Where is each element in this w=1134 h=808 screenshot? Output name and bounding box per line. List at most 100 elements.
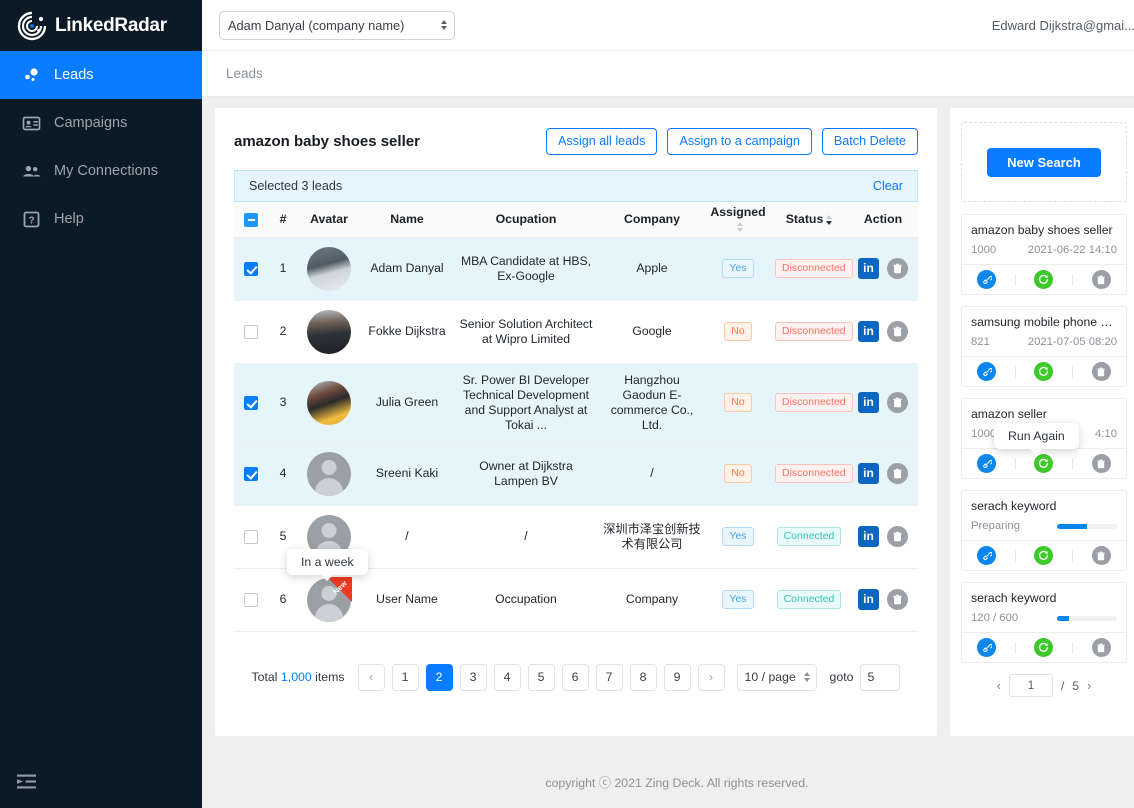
run-again-icon[interactable] (1034, 546, 1054, 565)
row-checkbox[interactable] (244, 529, 258, 544)
user-email[interactable]: Edward Dijkstra@gmai... (992, 18, 1134, 33)
row-checkbox[interactable] (244, 261, 258, 276)
link-icon[interactable] (977, 270, 997, 289)
delete-icon[interactable] (887, 258, 908, 279)
th-assigned[interactable]: Assigned (706, 202, 770, 238)
row-checkbox[interactable] (244, 466, 258, 481)
table-row[interactable]: 6 New User Name Occupation Company Yes C… (234, 568, 918, 632)
table-row[interactable]: 2 Fokke Dijkstra Senior Solution Archite… (234, 300, 918, 364)
row-company: Apple (598, 237, 706, 301)
batch-delete-button[interactable]: Batch Delete (821, 127, 918, 155)
collapse-sidebar-icon[interactable] (0, 756, 202, 808)
row-action-cell: in (848, 300, 918, 364)
delete-icon[interactable] (1091, 270, 1111, 289)
status-badge: Disconnected (775, 464, 853, 483)
pagination-page-3[interactable]: 3 (459, 663, 487, 691)
delete-icon[interactable] (887, 321, 908, 342)
pagination-page-5[interactable]: 5 (527, 663, 555, 691)
pagination-page-4[interactable]: 4 (493, 663, 521, 691)
row-occupation: Sr. Power BI Developer Technical Develop… (454, 363, 598, 443)
row-number: 6 (268, 568, 298, 632)
goto-input[interactable] (860, 663, 901, 691)
pagination-page-6[interactable]: 6 (561, 663, 589, 691)
row-checkbox[interactable] (244, 592, 258, 607)
pagination-next-button[interactable]: › (697, 663, 725, 691)
sidebar-item-campaigns[interactable]: Campaigns (0, 99, 202, 147)
avatar[interactable] (307, 380, 351, 425)
avatar[interactable] (307, 246, 351, 291)
linkedin-icon[interactable]: in (858, 463, 879, 484)
link-icon[interactable] (977, 454, 997, 473)
pagination-page-8[interactable]: 8 (629, 663, 657, 691)
search-card[interactable]: serach keyword Preparing (961, 490, 1127, 571)
account-select[interactable]: Adam Danyal (company name) (219, 10, 455, 40)
th-assigned-label: Assigned (710, 205, 766, 220)
run-again-icon[interactable] (1034, 270, 1054, 289)
row-checkbox-cell (234, 300, 268, 364)
run-again-icon[interactable] (1034, 638, 1054, 657)
search-card[interactable]: amazon baby shoes seller 1000 2021-06-22… (961, 214, 1127, 295)
page-size-select[interactable]: 10 / page (736, 663, 817, 691)
search-card[interactable]: amazon seller 1000 4:10 Run Again (961, 398, 1127, 479)
side-panel-prev-button[interactable]: ‹ (997, 678, 1001, 693)
avatar[interactable] (307, 309, 351, 354)
row-checkbox[interactable] (244, 324, 258, 339)
table-tooltip-label: In a week (301, 555, 354, 569)
link-icon[interactable] (977, 638, 997, 657)
row-checkbox[interactable] (244, 395, 258, 410)
select-all-checkbox[interactable] (244, 212, 258, 227)
pagination-page-7[interactable]: 7 (595, 663, 623, 691)
search-card[interactable]: serach keyword 120 / 600 (961, 582, 1127, 663)
sidebar-item-label: My Connections (54, 163, 158, 179)
new-search-button[interactable]: New Search (987, 147, 1101, 177)
search-card[interactable]: samsung mobile phone XX... 821 2021-07-0… (961, 306, 1127, 387)
linkedin-icon[interactable]: in (858, 392, 879, 413)
table-row[interactable]: 4 Sreeni Kaki Owner at Dijkstra Lampen B… (234, 442, 918, 506)
row-name: Fokke Dijkstra (360, 300, 454, 364)
delete-icon[interactable] (1091, 454, 1111, 473)
run-again-icon[interactable] (1034, 454, 1054, 473)
sort-assigned-icon[interactable] (736, 222, 743, 232)
goto-label: goto (829, 670, 854, 684)
avatar[interactable] (307, 451, 351, 496)
sort-status-icon[interactable] (826, 215, 833, 225)
avatar[interactable]: New (307, 576, 352, 622)
total-suffix: items (315, 670, 345, 684)
pagination-page-9[interactable]: 9 (663, 663, 691, 691)
divider (1072, 365, 1074, 378)
run-again-icon[interactable] (1034, 362, 1054, 381)
table-row[interactable]: 3 Julia Green Sr. Power BI Developer Tec… (234, 363, 918, 443)
sidebar-item-help[interactable]: ? Help (0, 195, 202, 243)
side-panel-page-input[interactable]: 1 (1008, 674, 1053, 697)
th-status[interactable]: Status (770, 202, 848, 238)
sidebar-item-my-connections[interactable]: My Connections (0, 147, 202, 195)
linkedin-icon[interactable]: in (858, 258, 879, 279)
brand-logo[interactable]: LinkedRadar (0, 0, 202, 51)
pagination-page-1[interactable]: 1 (391, 663, 419, 691)
sidebar-item-leads[interactable]: Leads (0, 51, 202, 99)
link-icon[interactable] (977, 362, 997, 381)
linkedin-icon[interactable]: in (858, 321, 879, 342)
delete-icon[interactable] (887, 526, 908, 547)
assigned-badge: No (724, 322, 752, 341)
delete-icon[interactable] (887, 392, 908, 413)
delete-icon[interactable] (1091, 638, 1111, 657)
search-card-body: samsung mobile phone XX... 821 2021-07-0… (962, 307, 1126, 356)
delete-icon[interactable] (1091, 546, 1111, 565)
side-panel-next-button[interactable]: › (1087, 678, 1091, 693)
table-row[interactable]: 1 Adam Danyal MBA Candidate at HBS, Ex-G… (234, 237, 918, 301)
stepper-arrows-icon (441, 20, 447, 30)
search-card-body: serach keyword Preparing (962, 491, 1126, 540)
pagination-prev-button[interactable]: ‹ (357, 663, 385, 691)
assign-to-campaign-button[interactable]: Assign to a campaign (667, 127, 812, 155)
row-occupation: / (454, 505, 598, 569)
delete-icon[interactable] (887, 463, 908, 484)
link-icon[interactable] (977, 546, 997, 565)
delete-icon[interactable] (1091, 362, 1111, 381)
pagination-page-2[interactable]: 2 (425, 663, 453, 691)
assign-all-leads-button[interactable]: Assign all leads (545, 127, 658, 155)
linkedin-icon[interactable]: in (858, 589, 879, 610)
clear-selection-button[interactable]: Clear (873, 179, 903, 193)
delete-icon[interactable] (887, 589, 908, 610)
linkedin-icon[interactable]: in (858, 526, 879, 547)
